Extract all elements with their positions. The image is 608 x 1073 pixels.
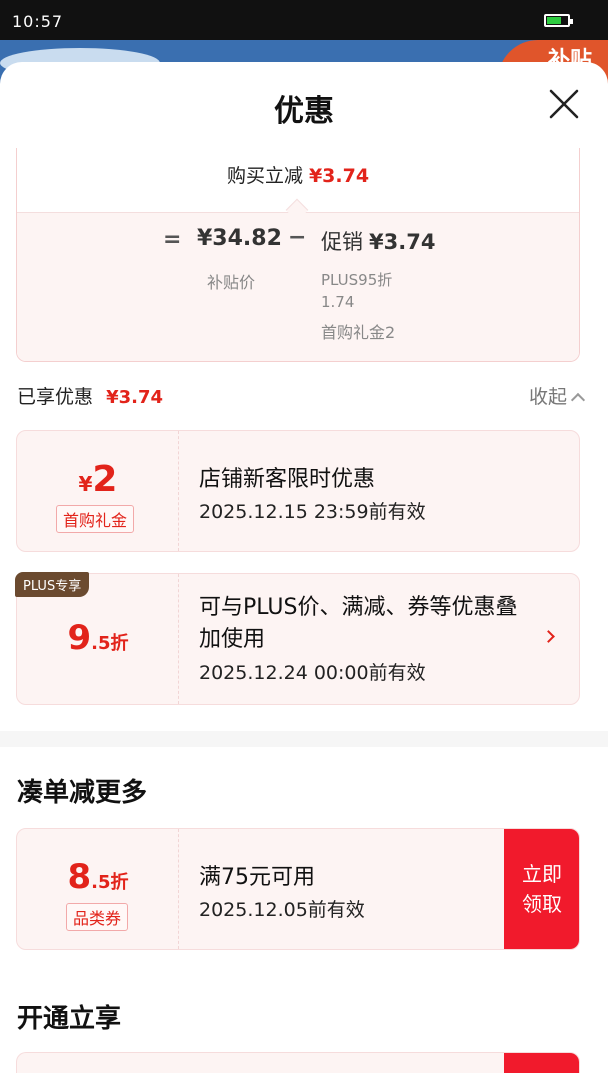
first-purchase-gift-detail: 首购礼金2 (321, 323, 396, 342)
instant-reduction: 购买立减 ¥3.74 (226, 165, 370, 187)
coupon-validity: 2025.12.15 23:59前有效 (199, 501, 426, 523)
coupon-type-tag: 品类券 (66, 903, 129, 931)
section-title-more-savings: 凑单减更多 (17, 778, 148, 808)
section-divider (0, 731, 608, 747)
close-icon[interactable] (548, 88, 580, 120)
battery-icon (544, 14, 573, 27)
coupon-value: ¥2 (78, 459, 118, 500)
sheet-header: 优惠 (0, 62, 608, 148)
enjoyed-discount-label: 已享优惠 (17, 386, 94, 408)
collapse-button[interactable]: 收起 (529, 382, 586, 409)
coupon-value: 8.5折 (67, 857, 129, 897)
status-time: 10:57 (12, 12, 64, 31)
enjoyed-discount-row: 已享优惠 ¥3.74 收起 (17, 382, 591, 412)
plus-discount-detail: PLUS95折 1.74 (321, 271, 393, 311)
coupon-card-partial[interactable] (16, 1052, 580, 1073)
status-bar: 10:57 (0, 0, 608, 40)
coupon-title: 店铺新客限时优惠 (199, 467, 376, 492)
discount-sheet: 优惠 购买立减 ¥3.74 = ¥34.82 − 促销 ¥3.74 补贴价 PLUS… (0, 62, 608, 1073)
coupon-title: 可与PLUS价、满减、券等优惠叠加使用 (199, 595, 518, 652)
price-formula: = ¥34.82 − 促销 ¥3.74 补贴价 PLUS95折 1.74 首购礼金… (17, 212, 579, 361)
equals-sign: = (163, 227, 182, 252)
minus-sign: − (288, 225, 307, 250)
coupon-title: 满75元可用 (199, 865, 315, 890)
price-breakdown-card: 购买立减 ¥3.74 = ¥34.82 − 促销 ¥3.74 补贴价 PLUS95折… (16, 148, 580, 362)
coupon-validity: 2025.12.24 00:00前有效 (199, 662, 426, 684)
coupon-card-category[interactable]: 8.5折 品类券 满75元可用 2025.12.05前有效 立即 领取 (16, 828, 580, 950)
sheet-title: 优惠 (274, 94, 334, 129)
enjoyed-discount-amount: ¥3.74 (106, 387, 164, 408)
subsidy-price: ¥34.82 (197, 226, 282, 251)
coupon-type-tag: 首购礼金 (56, 505, 135, 533)
coupon-value: 9.5折 (67, 618, 129, 658)
section-title-open-membership: 开通立享 (17, 1004, 122, 1034)
coupon-card-first-purchase[interactable]: ¥2 首购礼金 店铺新客限时优惠 2025.12.15 23:59前有效 (16, 430, 580, 552)
subsidy-price-label: 补贴价 (207, 273, 256, 292)
promotion-amount: 促销 ¥3.74 (321, 230, 436, 254)
coupon-card-plus[interactable]: PLUS专享 9.5折 可与PLUS价、满减、券等优惠叠加使用 2025.12.… (15, 572, 580, 705)
claim-coupon-button[interactable]: 立即 领取 (504, 829, 579, 949)
coupon-validity: 2025.12.05前有效 (199, 899, 365, 921)
chevron-up-icon (570, 392, 586, 408)
claim-coupon-button[interactable] (504, 1053, 579, 1073)
